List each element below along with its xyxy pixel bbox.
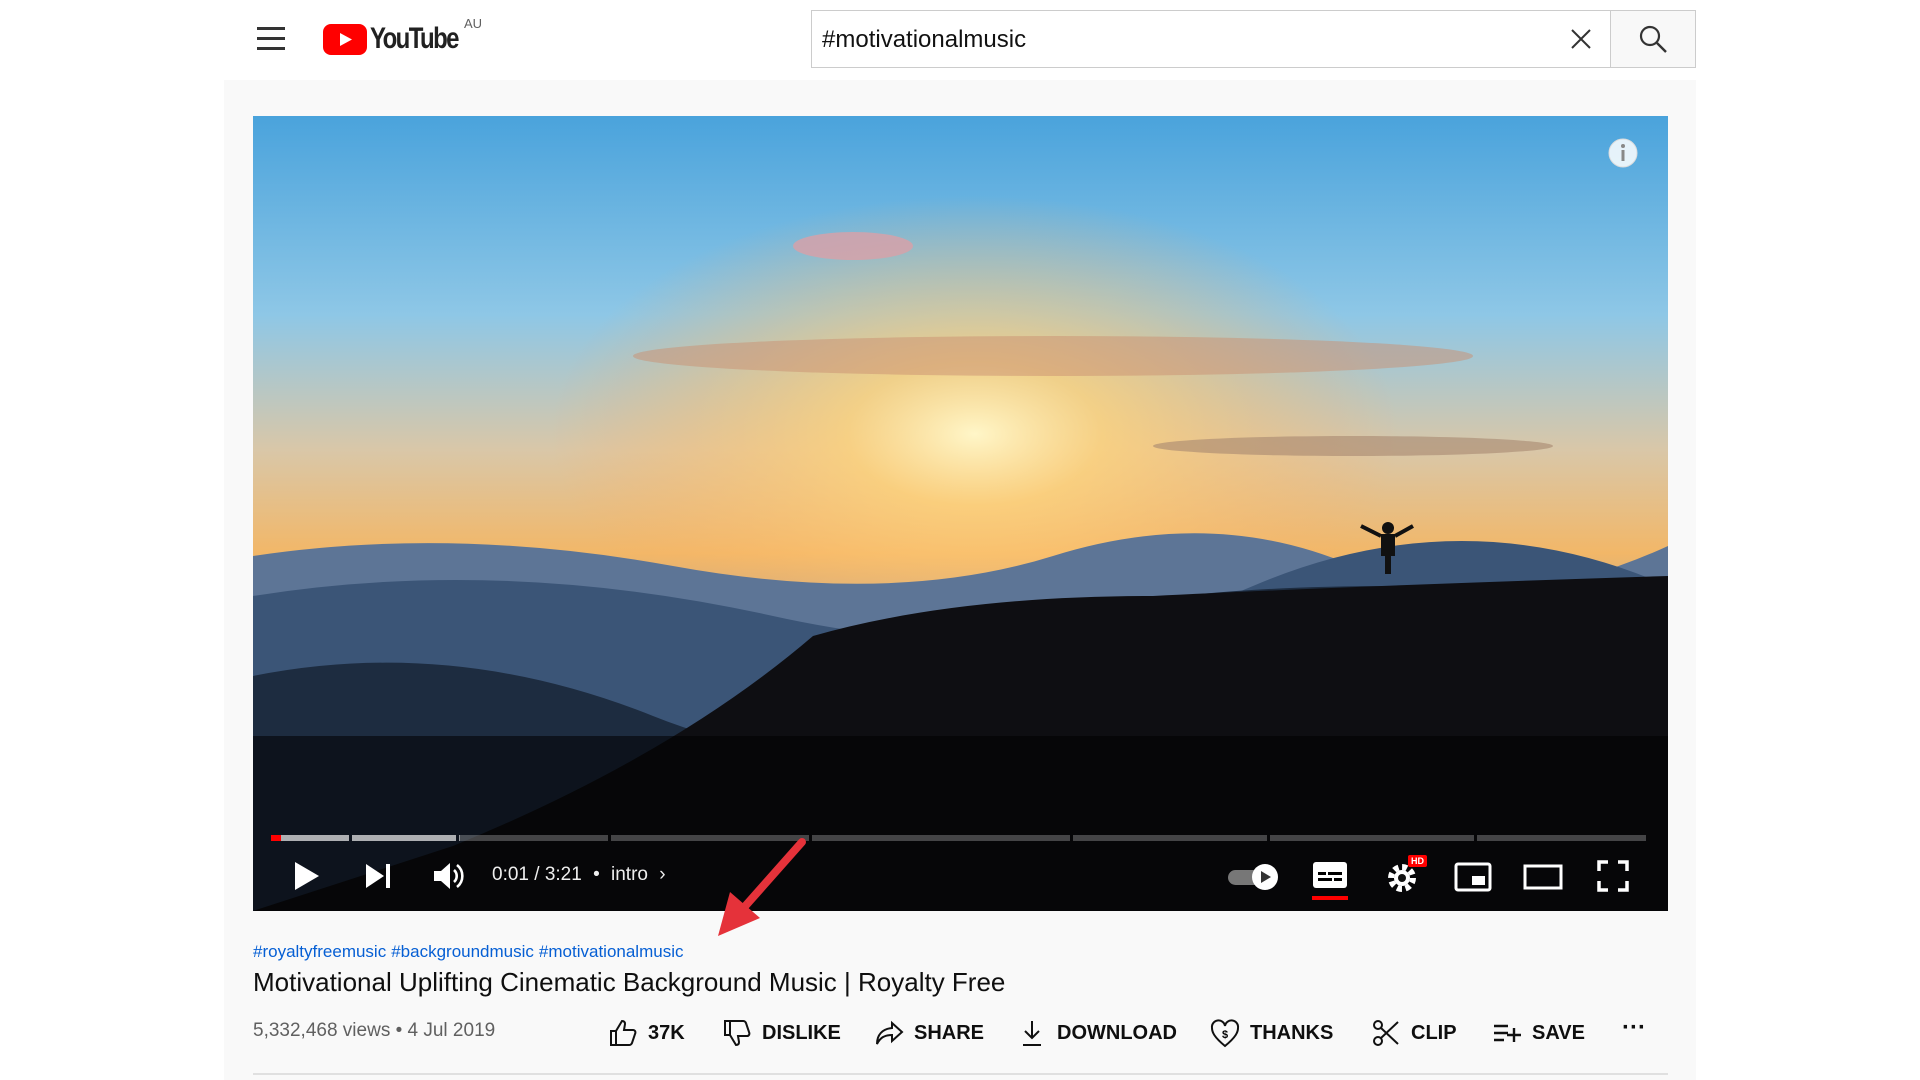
video-title: Motivational Uplifting Cinematic Backgro… [253,967,1006,997]
subtitles-icon[interactable] [1312,860,1348,902]
video-player[interactable] [253,116,1668,911]
chevron-right-icon[interactable]: › [659,864,665,885]
hashtags: #royaltyfreemusic #backgroundmusic #motiva… [253,942,688,962]
logo-text: YouTube [370,22,459,55]
playlist-add-icon [1494,1024,1521,1042]
clip-button[interactable]: CLIP [1371,1018,1457,1048]
download-icon [1023,1021,1041,1046]
info-icon[interactable] [1607,137,1639,169]
time-display: 0:01 / 3:21 • intro › [492,864,666,886]
theater-mode-icon[interactable] [1523,864,1563,890]
more-icon: ··· [1622,1014,1646,1041]
svg-text:$: $ [1222,1029,1228,1041]
hashtag-link[interactable]: #motivationalmusic [539,942,684,961]
time-text: 0:01 / 3:21 [492,864,582,885]
buffered-segment[interactable] [352,835,456,841]
buffered-segment[interactable] [271,835,349,841]
search-button[interactable] [1610,10,1696,68]
thanks-label: THANKS [1250,1021,1334,1044]
hashtag-link[interactable]: #backgroundmusic [391,942,534,961]
save-label: SAVE [1532,1021,1585,1044]
hashtag-link[interactable]: #royaltyfreemusic [253,942,386,961]
played-progress[interactable] [271,835,281,841]
share-button[interactable]: SHARE [874,1018,984,1048]
clip-label: CLIP [1411,1021,1457,1044]
menu-icon[interactable] [257,27,285,50]
dislike-button[interactable]: DISLIKE [722,1018,841,1048]
download-label: DOWNLOAD [1057,1021,1177,1044]
video-frame [253,116,1668,911]
next-icon[interactable] [364,862,392,890]
hd-badge: HD [1408,855,1427,867]
red-arrow-annotation [718,838,806,936]
buffered-segment[interactable] [459,835,460,841]
download-button[interactable]: DOWNLOAD [1017,1018,1177,1048]
region-code: AU [464,16,483,31]
view-count-date: 5,332,468 views • 4 Jul 2019 [253,1020,496,1041]
share-icon [876,1020,904,1045]
autoplay-toggle[interactable] [1228,864,1280,890]
thanks-button[interactable]: $ THANKS [1210,1018,1333,1048]
chapter-segment[interactable] [1073,835,1267,841]
search-icon [1639,25,1667,53]
search-input[interactable]: #motivationalmusic [811,10,1611,68]
like-count: 37K [648,1021,685,1044]
chapter-segment[interactable] [459,835,608,841]
play-icon[interactable] [293,860,321,892]
miniplayer-icon[interactable] [1454,862,1492,892]
chapter-segment[interactable] [1270,835,1474,841]
like-button[interactable]: 37K [608,1018,685,1048]
scissors-icon [1373,1020,1399,1046]
search-value: #motivationalmusic [822,26,1027,53]
chapter-title[interactable]: intro [611,864,648,885]
dislike-label: DISLIKE [762,1021,841,1044]
divider [253,1073,1668,1075]
share-label: SHARE [914,1021,985,1044]
progress-bar[interactable] [271,835,1649,841]
chapter-separator: • [593,864,600,885]
save-button[interactable]: SAVE [1492,1018,1585,1048]
heart-dollar-icon: $ [1210,1019,1240,1048]
youtube-play-logo-icon [323,23,367,55]
chapter-segment[interactable] [812,835,1070,841]
fullscreen-icon[interactable] [1597,860,1629,892]
volume-icon[interactable] [432,860,466,892]
youtube-logo[interactable]: YouTube [323,22,480,56]
more-actions-button[interactable]: ··· [1622,1014,1646,1042]
clear-search-icon[interactable] [1570,28,1592,50]
thumbs-down-icon [724,1020,751,1047]
thumbs-up-icon [610,1019,637,1046]
chapter-segment[interactable] [1477,835,1646,841]
autoplay-play-icon [1261,871,1271,883]
